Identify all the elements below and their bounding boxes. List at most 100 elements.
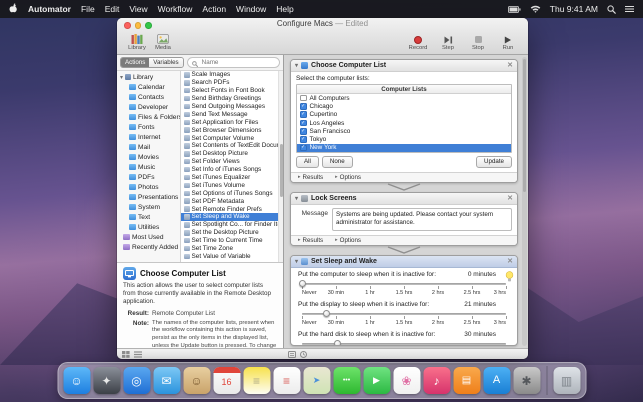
dock-trash-icon[interactable]: ▥	[553, 367, 580, 394]
sidebar-item-files-folders[interactable]: Files & Folders	[117, 112, 180, 122]
block1-header[interactable]: ▾ Choose Computer List ✕	[291, 60, 517, 72]
sidebar-item-library[interactable]: ▾Library	[117, 72, 180, 82]
computer-list-row-tokyo[interactable]: ✓Tokyo	[297, 135, 511, 143]
sidebar-item-movies[interactable]: Movies	[117, 152, 180, 162]
log-icon[interactable]	[288, 351, 296, 358]
action-item-set-pdf-metadata[interactable]: Set PDF Metadata	[181, 197, 278, 205]
computer-list-row-chicago[interactable]: ✓Chicago	[297, 102, 511, 110]
record-button[interactable]: Record	[405, 33, 431, 51]
sidebar-item-system[interactable]: System	[117, 202, 180, 212]
dock-safari-icon[interactable]: ◎	[123, 367, 150, 394]
dock-facetime-icon[interactable]: ▶	[363, 367, 390, 394]
sidebar-item-calendar[interactable]: Calendar	[117, 82, 180, 92]
update-button[interactable]: Update	[476, 156, 512, 168]
action-item-select-fonts-in-font-book[interactable]: Select Fonts in Font Book	[181, 87, 278, 95]
block1-close-icon[interactable]: ✕	[507, 62, 513, 69]
sidebar-item-contacts[interactable]: Contacts	[117, 92, 180, 102]
message-field[interactable]: Systems are being updated. Please contac…	[332, 208, 512, 231]
disclosure-triangle-icon[interactable]: ▾	[295, 62, 298, 69]
dock-launchpad-icon[interactable]: ✦	[93, 367, 120, 394]
action-item-send-outgoing-messages[interactable]: Send Outgoing Messages	[181, 103, 278, 111]
sidebar-item-text[interactable]: Text	[117, 212, 180, 222]
slider-knob[interactable]	[299, 280, 306, 287]
checkbox[interactable]	[300, 95, 307, 102]
sleep-slider[interactable]	[302, 339, 506, 345]
block3-header[interactable]: ▾ Set Sleep and Wake ✕	[291, 256, 517, 268]
disclosure-triangle-icon[interactable]: ▾	[120, 74, 123, 81]
dock-ibooks-icon[interactable]: ▤	[453, 367, 480, 394]
dock-itunes-icon[interactable]: ♪	[423, 367, 450, 394]
action-item-set-remote-finder-prefs[interactable]: Set Remote Finder Prefs	[181, 205, 278, 213]
checkbox[interactable]: ✓	[300, 136, 307, 143]
dock-mail-icon[interactable]: ✉	[153, 367, 180, 394]
sidebar-item-internet[interactable]: Internet	[117, 132, 180, 142]
sidebar-item-presentations[interactable]: Presentations	[117, 192, 180, 202]
menu-item-edit[interactable]: Edit	[105, 4, 120, 14]
dock-messages-icon[interactable]: •••	[333, 367, 360, 394]
duration-icon[interactable]	[300, 351, 307, 358]
sidebar-item-utilities[interactable]: Utilities	[117, 222, 180, 232]
checkbox[interactable]: ✓	[300, 103, 307, 110]
menu-item-help[interactable]: Help	[276, 4, 293, 14]
battery-icon[interactable]	[508, 6, 521, 13]
dock-maps-icon[interactable]: ➤	[303, 367, 330, 394]
menu-clock[interactable]: Thu 9:41 AM	[550, 4, 598, 14]
dock-app-store-icon[interactable]: A	[483, 367, 510, 394]
search-input[interactable]	[200, 58, 275, 67]
action-item-set-time-zone[interactable]: Set Time Zone	[181, 245, 278, 253]
menu-item-file[interactable]: File	[81, 4, 95, 14]
block2-results-toggle[interactable]: ▸Results	[298, 237, 323, 244]
action-item-set-info-of-itunes-songs[interactable]: Set Info of iTunes Songs	[181, 166, 278, 174]
action-item-set-itunes-equalizer[interactable]: Set iTunes Equalizer	[181, 174, 278, 182]
sidebar-item-fonts[interactable]: Fonts	[117, 122, 180, 132]
menu-item-window[interactable]: Window	[236, 4, 266, 14]
grid-view-icon[interactable]	[122, 351, 130, 358]
sidebar-item-recently-added[interactable]: Recently Added	[117, 242, 180, 252]
action-item-set-time-to-current-time[interactable]: Set Time to Current Time	[181, 237, 278, 245]
block2-header[interactable]: ▾ Lock Screens ✕	[291, 193, 517, 205]
checkbox[interactable]: ✓	[300, 145, 307, 152]
library-button[interactable]: Library	[124, 33, 150, 51]
notification-center-icon[interactable]	[625, 5, 634, 13]
sidebar-item-developer[interactable]: Developer	[117, 102, 180, 112]
tab-variables[interactable]: Variables	[149, 58, 182, 67]
computer-list-row-los-angeles[interactable]: ✓Los Angeles	[297, 119, 511, 127]
action-item-set-browser-dimensions[interactable]: Set Browser Dimensions	[181, 126, 278, 134]
action-item-set-itunes-volume[interactable]: Set iTunes Volume	[181, 181, 278, 189]
spotlight-icon[interactable]	[607, 5, 616, 14]
computer-list-row-all-computers[interactable]: All Computers	[297, 94, 511, 102]
sidebar-item-most-used[interactable]: Most Used	[117, 232, 180, 242]
media-button[interactable]: Media	[150, 33, 176, 51]
action-item-set-computer-volume[interactable]: Set Computer Volume	[181, 134, 278, 142]
action-item-set-desktop-picture[interactable]: Set Desktop Picture	[181, 150, 278, 158]
sidebar-item-mail[interactable]: Mail	[117, 142, 180, 152]
action-item-set-value-of-variable[interactable]: Set Value of Variable	[181, 252, 278, 260]
block2-options-toggle[interactable]: ▸Options	[335, 237, 361, 244]
action-item-set-sleep-and-wake[interactable]: Set Sleep and Wake	[181, 213, 278, 221]
checkbox[interactable]: ✓	[300, 120, 307, 127]
sidebar-item-photos[interactable]: Photos	[117, 182, 180, 192]
run-button[interactable]: Run	[495, 33, 521, 51]
action-search-field[interactable]	[187, 57, 280, 68]
action-item-set-folder-views[interactable]: Set Folder Views	[181, 158, 278, 166]
block1-results-toggle[interactable]: ▸Results	[298, 174, 323, 181]
tab-actions[interactable]: Actions	[121, 58, 149, 67]
list-view-icon[interactable]	[134, 351, 142, 358]
menu-item-workflow[interactable]: Workflow	[158, 4, 193, 14]
menu-item-view[interactable]: View	[129, 4, 147, 14]
sidebar-item-music[interactable]: Music	[117, 162, 180, 172]
select-all-button[interactable]: All	[296, 156, 319, 168]
actions-scrollbar[interactable]	[278, 71, 283, 262]
action-item-set-application-for-files[interactable]: Set Application for Files	[181, 118, 278, 126]
stop-button[interactable]: Stop	[465, 33, 491, 51]
action-item-set-contents-of-textedit-docum[interactable]: Set Contents of TextEdit Docum...	[181, 142, 278, 150]
slider-knob[interactable]	[323, 310, 330, 317]
checkbox[interactable]: ✓	[300, 111, 307, 118]
dock-contacts-icon[interactable]: ☺	[183, 367, 210, 394]
block2-close-icon[interactable]: ✕	[507, 195, 513, 202]
computer-list-row-san-francisco[interactable]: ✓San Francisco	[297, 127, 511, 135]
disclosure-triangle-icon[interactable]: ▾	[295, 258, 298, 265]
action-item-send-birthday-greetings[interactable]: Send Birthday Greetings	[181, 95, 278, 103]
action-item-set-the-desktop-picture[interactable]: Set the Desktop Picture	[181, 229, 278, 237]
action-item-set-spotlight-co-for-finder-items[interactable]: Set Spotlight Co... for Finder Items	[181, 221, 278, 229]
